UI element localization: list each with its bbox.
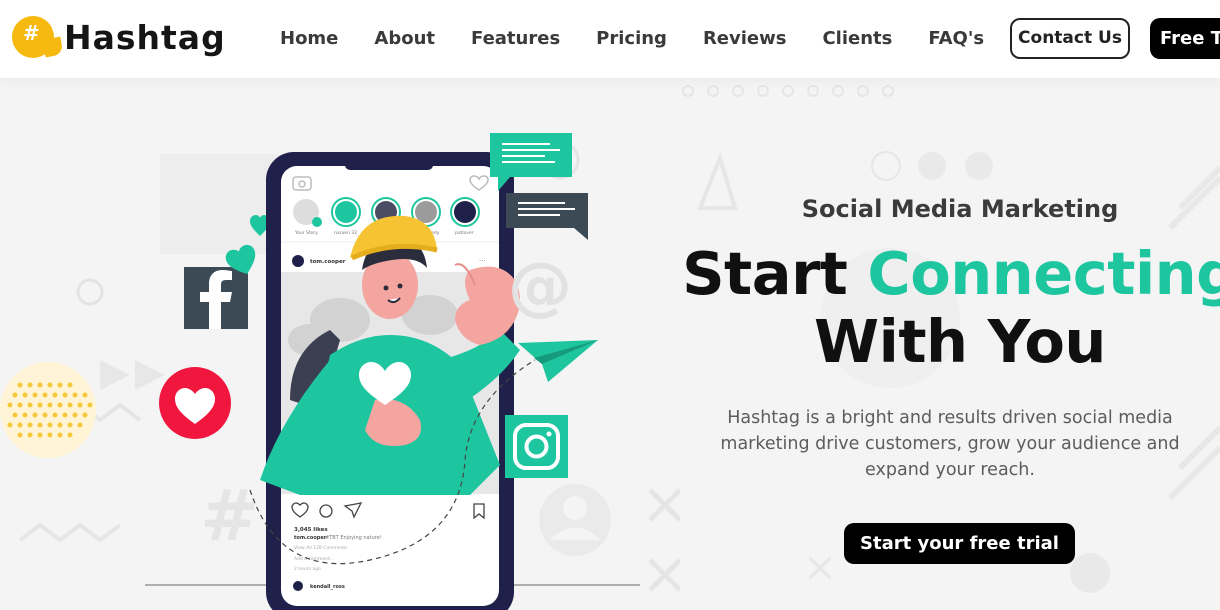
site-header: # Hashtag Home About Features Pricing Re… <box>0 0 1220 78</box>
add-comment-field: Add a comment... <box>294 556 334 562</box>
caption-username: tom.cooper <box>294 535 327 541</box>
nav-item-features[interactable]: Features <box>471 24 560 54</box>
hashtag-logo-icon: # <box>12 16 64 58</box>
nav-item-clients[interactable]: Clients <box>822 24 892 54</box>
nav-item-reviews[interactable]: Reviews <box>703 24 787 54</box>
likes-count: 3,045 likes <box>294 527 328 533</box>
heart-badge-icon <box>159 367 231 439</box>
story-label: patlover <box>455 230 474 236</box>
nav-item-pricing[interactable]: Pricing <box>596 24 667 54</box>
headline-part-2: With You <box>814 307 1106 376</box>
hero-description: Hashtag is a bright and results driven s… <box>720 408 1180 480</box>
brand-name: Hashtag <box>64 17 226 57</box>
hero-eyebrow: Social Media Marketing <box>801 195 1119 223</box>
next-post-username: kendall_ross <box>310 584 345 590</box>
nav-item-home[interactable]: Home <box>280 24 338 54</box>
dotted-circle-decoration <box>0 362 96 458</box>
view-comments-link: View All 128 Comments <box>294 545 348 551</box>
facebook-icon <box>184 267 248 329</box>
hero-illustration: # Your Story naruen 32 patlover tom.coop… <box>0 133 680 610</box>
headline-part-1: Start <box>682 239 868 308</box>
at-sign-icon: @ <box>508 250 572 324</box>
story-label: Your Story <box>294 230 318 236</box>
svg-text:#: # <box>200 475 259 557</box>
brand-logo[interactable]: # Hashtag <box>12 12 226 62</box>
main-nav: Home About Features Pricing Reviews Clie… <box>280 24 1020 54</box>
hero-headline: Start Connecting With You <box>680 240 1220 376</box>
paper-plane-icon <box>518 340 598 382</box>
post-time: 2 hours ago <box>294 566 321 572</box>
chat-bubble-green-icon <box>490 133 572 191</box>
svg-text:···: ··· <box>479 257 486 265</box>
instagram-icon <box>505 415 568 478</box>
headline-accent: Connecting <box>867 239 1220 308</box>
start-free-trial-button[interactable]: Start your free trial <box>844 523 1075 564</box>
contact-us-button[interactable]: Contact Us <box>1010 18 1130 59</box>
free-trial-button[interactable]: Free Trial <box>1150 18 1220 59</box>
story-label: naruen 32 <box>334 230 357 236</box>
nav-item-about[interactable]: About <box>374 24 435 54</box>
post-username: tom.cooper <box>310 259 346 265</box>
chat-bubble-dark-icon <box>506 193 588 240</box>
caption-text: #TBT Enjoying nature! <box>325 535 382 541</box>
nav-item-faqs[interactable]: FAQ's <box>928 24 984 54</box>
